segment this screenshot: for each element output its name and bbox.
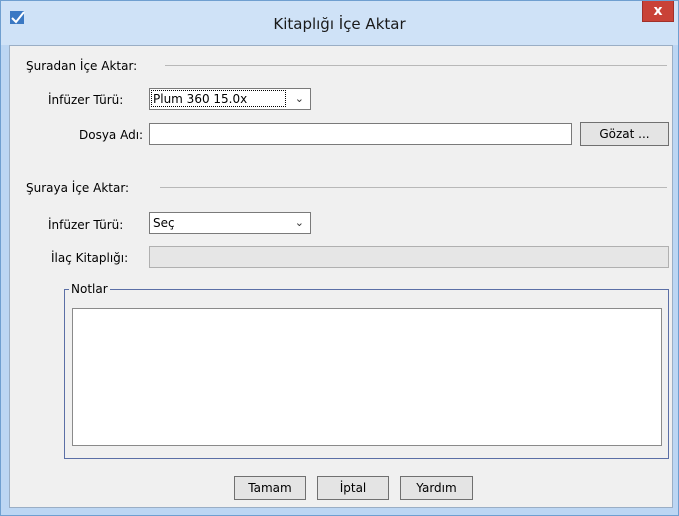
close-button[interactable]: x <box>642 1 674 22</box>
cancel-button[interactable]: İptal <box>317 476 389 500</box>
file-name-input[interactable] <box>149 123 572 145</box>
notes-label: Notlar <box>69 282 110 296</box>
drug-library-field <box>149 246 669 268</box>
drug-library-label: İlaç Kitaplığı: <box>51 251 129 265</box>
browse-button[interactable]: Gözat ... <box>580 122 669 146</box>
to-infuser-select[interactable]: Seç ⌄ <box>149 212 311 234</box>
to-infuser-value: Seç <box>153 216 175 230</box>
from-section-divider <box>165 65 667 66</box>
from-infuser-label: İnfüzer Türü: <box>48 93 124 107</box>
dialog-body: Şuradan İçe Aktar: İnfüzer Türü: Plum 36… <box>9 45 673 508</box>
dialog-title: Kitaplığı İçe Aktar <box>273 15 406 33</box>
from-infuser-select[interactable]: Plum 360 15.0x ⌄ <box>149 88 311 110</box>
chevron-down-icon[interactable]: ⌄ <box>295 92 304 105</box>
to-section-divider <box>160 187 667 188</box>
from-infuser-value: Plum 360 15.0x <box>153 92 248 106</box>
from-section-heading: Şuradan İçe Aktar: <box>26 59 138 73</box>
title-bar[interactable]: Kitaplığı İçe Aktar x <box>1 1 678 45</box>
dialog-window: Kitaplığı İçe Aktar x Şuradan İçe Aktar:… <box>0 0 679 516</box>
notes-textarea[interactable] <box>72 308 662 446</box>
file-name-label: Dosya Adı: <box>79 128 144 142</box>
to-infuser-label: İnfüzer Türü: <box>48 218 124 232</box>
chevron-down-icon[interactable]: ⌄ <box>295 216 304 229</box>
help-button[interactable]: Yardım <box>400 476 473 500</box>
to-section-heading: Şuraya İçe Aktar: <box>26 181 130 195</box>
ok-button[interactable]: Tamam <box>234 476 306 500</box>
